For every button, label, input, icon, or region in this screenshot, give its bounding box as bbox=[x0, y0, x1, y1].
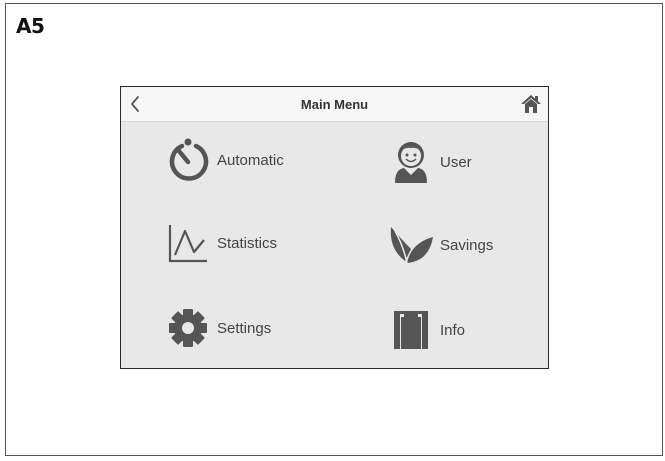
top-bar: Main Menu bbox=[121, 87, 548, 122]
page-title: Main Menu bbox=[300, 97, 369, 112]
chart-line-icon bbox=[163, 218, 213, 268]
leaf-icon bbox=[386, 220, 436, 270]
figure-label: A5 bbox=[16, 14, 45, 38]
menu-item-savings[interactable]: Savings bbox=[386, 220, 493, 270]
menu-item-info[interactable]: Info bbox=[386, 305, 465, 355]
home-button[interactable] bbox=[518, 92, 544, 116]
menu-label-info: Info bbox=[440, 321, 466, 339]
user-icon bbox=[386, 137, 436, 187]
menu-item-settings[interactable]: Settings bbox=[163, 303, 271, 353]
menu-label-statistics: Statistics bbox=[217, 234, 278, 252]
menu-label-savings: Savings bbox=[440, 236, 494, 254]
device-screen: Main Menu Automatic User Statistics Savi… bbox=[120, 86, 549, 369]
gear-icon bbox=[163, 303, 213, 353]
menu-item-user[interactable]: User bbox=[386, 137, 472, 187]
menu-label-user: User bbox=[440, 153, 472, 171]
info-panel-icon bbox=[386, 305, 436, 355]
menu-label-settings: Settings bbox=[217, 319, 272, 337]
menu-item-automatic[interactable]: Automatic bbox=[163, 135, 284, 185]
home-icon bbox=[521, 95, 541, 113]
menu-label-automatic: Automatic bbox=[217, 151, 284, 169]
timer-icon bbox=[163, 135, 213, 185]
menu-item-statistics[interactable]: Statistics bbox=[163, 218, 277, 268]
